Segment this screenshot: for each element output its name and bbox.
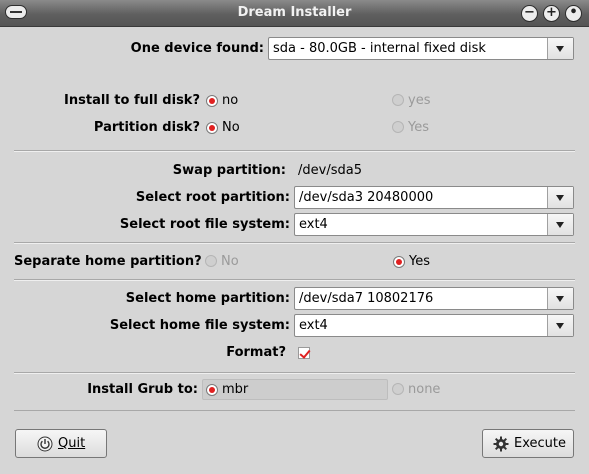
chevron-down-icon xyxy=(556,296,564,302)
chevron-down-icon xyxy=(556,46,564,52)
execute-button[interactable]: Execute xyxy=(482,429,574,458)
window-title: Dream Installer xyxy=(237,5,352,20)
divider xyxy=(14,410,575,411)
root-partition-label: Select root partition: xyxy=(135,190,290,205)
root-fs-select[interactable]: ext4 xyxy=(294,213,574,236)
grub-mbr-radio[interactable] xyxy=(206,384,218,396)
divider xyxy=(14,372,575,374)
partition-disk-yes-label[interactable]: Yes xyxy=(408,120,429,135)
partition-disk-no-label[interactable]: No xyxy=(222,120,240,135)
full-disk-yes-label[interactable]: yes xyxy=(408,93,430,108)
grub-mbr-label[interactable]: mbr xyxy=(222,382,248,397)
divider xyxy=(14,242,575,244)
home-partition-value: /dev/sda7 10802176 xyxy=(299,291,434,306)
chevron-down-icon xyxy=(556,222,564,228)
gear-icon xyxy=(493,436,509,452)
home-partition-label: Select home partition: xyxy=(125,291,290,306)
minimize-icon[interactable]: − xyxy=(521,5,538,22)
grub-label: Install Grub to: xyxy=(87,382,198,397)
quit-button[interactable]: Quit xyxy=(15,429,107,458)
swap-value: /dev/sda5 xyxy=(298,163,362,178)
partition-disk-label: Partition disk? xyxy=(93,120,200,135)
grub-none-label[interactable]: none xyxy=(408,382,440,397)
divider xyxy=(14,150,575,152)
format-checkbox[interactable] xyxy=(298,347,310,359)
divider xyxy=(14,279,575,281)
home-fs-value: ext4 xyxy=(299,318,328,333)
power-icon xyxy=(37,436,53,452)
separate-home-yes-label[interactable]: Yes xyxy=(409,254,430,269)
maximize-icon[interactable]: + xyxy=(543,5,560,22)
chevron-down-icon xyxy=(556,323,564,329)
grub-none-radio[interactable] xyxy=(392,383,404,395)
root-partition-value: /dev/sda3 20480000 xyxy=(299,190,434,205)
root-fs-label: Select root file system: xyxy=(119,217,290,232)
root-partition-select[interactable]: /dev/sda3 20480000 xyxy=(294,186,574,209)
full-disk-yes-radio[interactable] xyxy=(392,94,404,106)
partition-disk-no-radio[interactable] xyxy=(206,122,218,134)
execute-button-label: Execute xyxy=(514,436,566,451)
home-fs-select[interactable]: ext4 xyxy=(294,314,574,337)
full-disk-no-radio[interactable] xyxy=(206,95,218,107)
home-fs-label: Select home file system: xyxy=(109,318,290,333)
separate-home-no-label[interactable]: No xyxy=(221,254,239,269)
home-partition-select[interactable]: /dev/sda7 10802176 xyxy=(294,287,574,310)
root-fs-value: ext4 xyxy=(299,217,328,232)
close-icon[interactable]: • xyxy=(565,5,582,22)
separate-home-no-radio[interactable] xyxy=(205,255,217,267)
format-label: Format? xyxy=(226,345,286,360)
device-select[interactable]: sda - 80.0GB - internal fixed disk xyxy=(268,37,574,60)
device-label: One device found: xyxy=(130,41,264,56)
chevron-down-icon xyxy=(556,195,564,201)
swap-label: Swap partition: xyxy=(172,163,286,178)
partition-disk-yes-radio[interactable] xyxy=(392,121,404,133)
full-disk-no-label[interactable]: no xyxy=(222,93,238,108)
full-disk-label: Install to full disk? xyxy=(64,93,200,108)
separate-home-yes-radio[interactable] xyxy=(393,256,405,268)
separate-home-label: Separate home partition? xyxy=(14,254,202,269)
device-select-value: sda - 80.0GB - internal fixed disk xyxy=(273,41,486,56)
quit-button-label: Quit xyxy=(58,436,86,451)
